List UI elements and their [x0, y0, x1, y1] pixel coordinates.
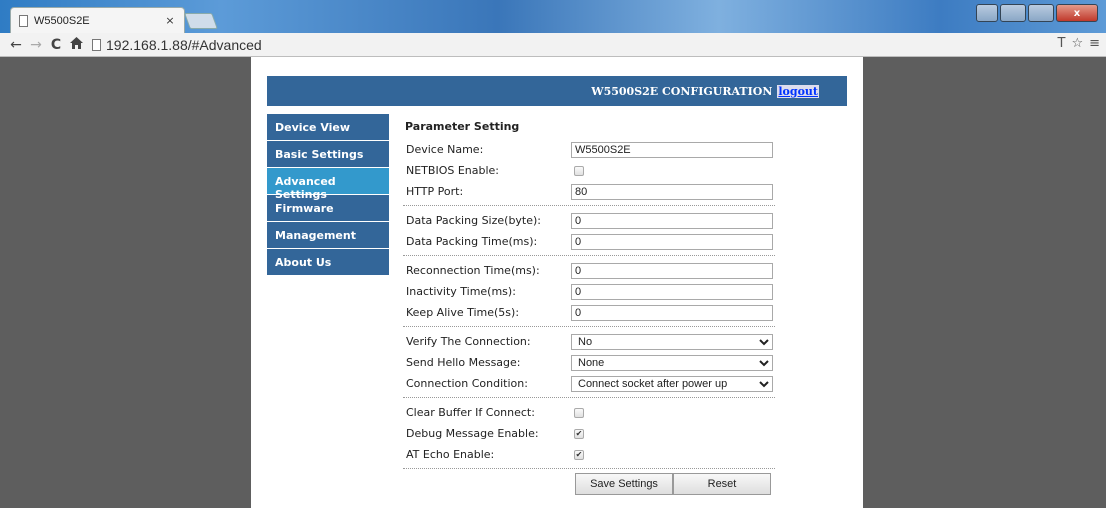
device-name-row: Device Name: — [403, 139, 775, 160]
sidebar-item-device-view[interactable]: Device View — [267, 114, 389, 140]
menu-icon[interactable]: ≡ — [1089, 36, 1100, 51]
new-tab-button[interactable] — [184, 13, 218, 29]
window-controls: x — [976, 4, 1098, 22]
tab-title: W5500S2E — [34, 14, 90, 27]
verify-connection-label: Verify The Connection: — [406, 335, 531, 348]
inactivity-time-row: Inactivity Time(ms): — [403, 281, 775, 302]
browser-tab[interactable]: W5500S2E × — [10, 7, 185, 33]
device-name-label: Device Name: — [406, 143, 484, 156]
back-icon[interactable]: ← — [6, 37, 26, 53]
at-echo-label: AT Echo Enable: — [406, 448, 495, 461]
clear-buffer-checkbox[interactable] — [574, 407, 584, 418]
home-icon[interactable] — [66, 36, 86, 53]
browser-toolbar: ← → C 192.168.1.88/#Advanced T ☆ ≡ — [0, 33, 1106, 57]
keep-alive-input[interactable] — [571, 304, 773, 321]
window-close-button[interactable]: x — [1056, 4, 1098, 22]
inactivity-time-input[interactable] — [571, 283, 773, 300]
maximize-button[interactable] — [1028, 4, 1054, 22]
logout-link[interactable]: logout — [777, 84, 819, 98]
packing-time-row: Data Packing Time(ms): — [403, 231, 775, 252]
form-title: Parameter Setting — [405, 120, 520, 133]
connection-condition-row: Connection Condition: Connect socket aft… — [403, 373, 775, 394]
tab-close-icon[interactable]: × — [164, 14, 176, 27]
parameter-form: Parameter Setting Device Name: NETBIOS E… — [403, 119, 775, 495]
save-settings-button[interactable]: Save Settings — [575, 473, 673, 495]
hello-message-select[interactable]: None — [571, 354, 773, 371]
bookmark-star-icon[interactable]: ☆ — [1071, 36, 1083, 51]
reset-button[interactable]: Reset — [673, 473, 771, 495]
debug-message-row: Debug Message Enable: ✔ — [403, 423, 775, 444]
sidebar: Device View Basic Settings Advanced Sett… — [267, 114, 389, 276]
keep-alive-label: Keep Alive Time(5s): — [406, 306, 520, 319]
debug-message-checkbox[interactable]: ✔ — [574, 428, 584, 439]
config-page: W5500S2E CONFIGURATION logout Device Vie… — [251, 57, 863, 508]
clear-buffer-label: Clear Buffer If Connect: — [406, 406, 535, 419]
reconnection-time-input[interactable] — [571, 262, 773, 279]
reload-icon[interactable]: C — [46, 37, 66, 53]
netbios-checkbox[interactable] — [574, 165, 584, 176]
inactivity-time-label: Inactivity Time(ms): — [406, 285, 516, 298]
divider — [403, 255, 775, 256]
packing-size-input[interactable] — [571, 212, 773, 229]
http-port-input[interactable] — [571, 183, 773, 200]
address-bar[interactable]: 192.168.1.88/#Advanced — [92, 35, 262, 55]
verify-connection-row: Verify The Connection: No — [403, 331, 775, 352]
connection-condition-label: Connection Condition: — [406, 377, 528, 390]
http-port-row: HTTP Port: — [403, 181, 775, 202]
page-icon — [92, 38, 101, 51]
page-icon — [19, 14, 28, 27]
divider — [403, 205, 775, 206]
translate-icon[interactable]: T — [1057, 36, 1065, 51]
keep-alive-row: Keep Alive Time(5s): — [403, 302, 775, 323]
sidebar-item-basic-settings[interactable]: Basic Settings — [267, 141, 389, 167]
packing-time-input[interactable] — [571, 233, 773, 250]
netbios-label: NETBIOS Enable: — [406, 164, 500, 177]
divider — [403, 468, 775, 469]
divider — [403, 326, 775, 327]
verify-connection-select[interactable]: No — [571, 333, 773, 350]
netbios-row: NETBIOS Enable: — [403, 160, 775, 181]
reconnection-time-label: Reconnection Time(ms): — [406, 264, 540, 277]
forward-icon[interactable]: → — [26, 37, 46, 53]
toolbar-actions: T ☆ ≡ — [1057, 36, 1100, 51]
browser-titlebar: W5500S2E × x — [0, 0, 1106, 33]
device-name-input[interactable] — [571, 141, 773, 158]
page-title: W5500S2E CONFIGURATION — [591, 84, 773, 98]
packing-time-label: Data Packing Time(ms): — [406, 235, 538, 248]
sidebar-item-advanced-settings[interactable]: Advanced Settings — [267, 168, 389, 201]
packing-size-row: Data Packing Size(byte): — [403, 210, 775, 231]
sidebar-item-management[interactable]: Management — [267, 222, 389, 248]
packing-size-label: Data Packing Size(byte): — [406, 214, 542, 227]
url-text[interactable]: 192.168.1.88/#Advanced — [106, 37, 262, 53]
hello-message-row: Send Hello Message: None — [403, 352, 775, 373]
http-port-label: HTTP Port: — [406, 185, 464, 198]
clear-buffer-row: Clear Buffer If Connect: — [403, 402, 775, 423]
hello-message-label: Send Hello Message: — [406, 356, 521, 369]
at-echo-checkbox[interactable]: ✔ — [574, 449, 584, 460]
reconnection-time-row: Reconnection Time(ms): — [403, 260, 775, 281]
form-buttons: Save Settings Reset — [575, 473, 775, 495]
sidebar-item-about-us[interactable]: About Us — [267, 249, 389, 275]
at-echo-row: AT Echo Enable: ✔ — [403, 444, 775, 465]
connection-condition-select[interactable]: Connect socket after power up — [571, 375, 773, 392]
minimize-button[interactable] — [1000, 4, 1026, 22]
window-extra-button[interactable] — [976, 4, 998, 22]
divider — [403, 397, 775, 398]
debug-message-label: Debug Message Enable: — [406, 427, 539, 440]
header-bar: W5500S2E CONFIGURATION logout — [267, 76, 847, 106]
